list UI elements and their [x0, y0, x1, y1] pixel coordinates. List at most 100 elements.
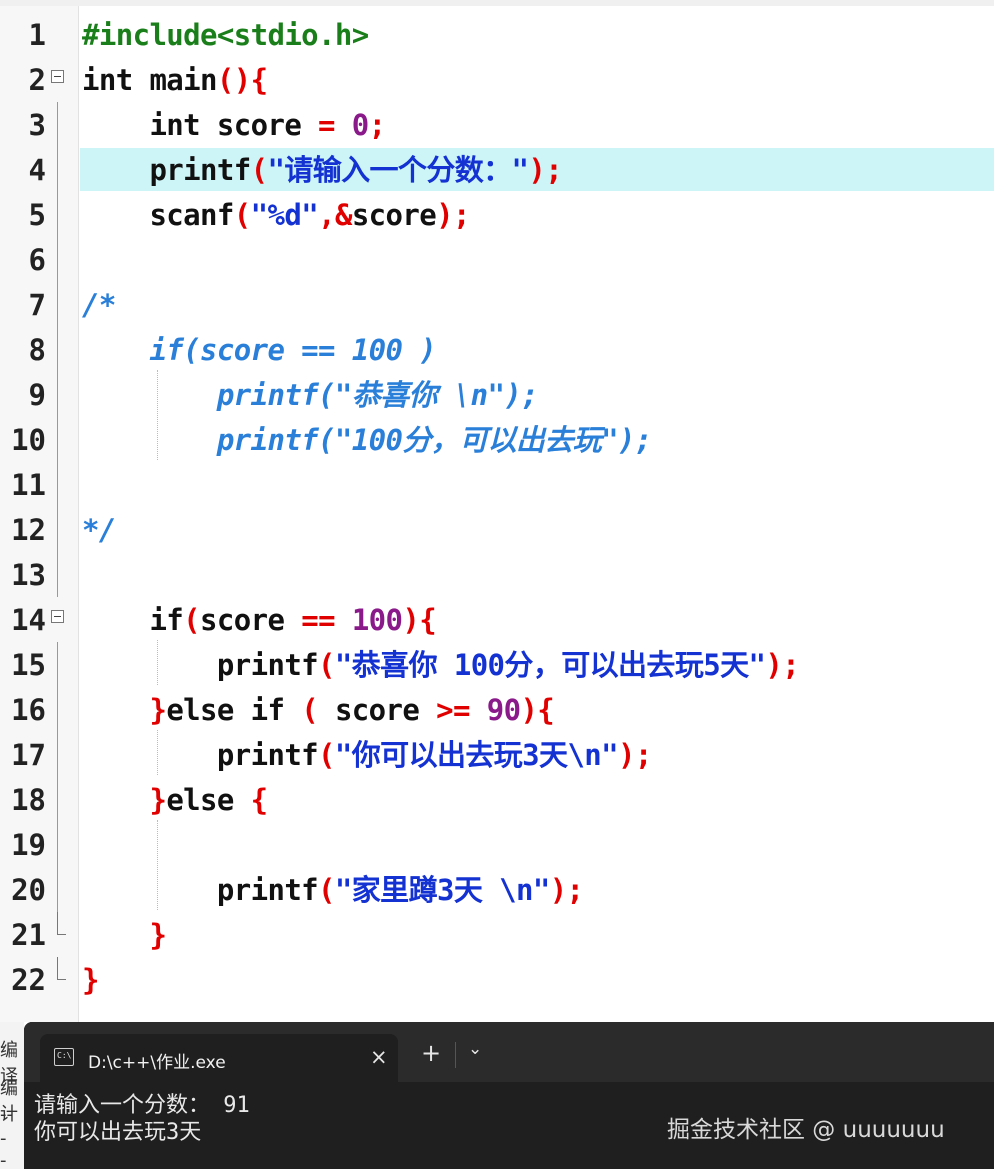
- code-token: score: [334, 693, 437, 727]
- code-token: /*: [82, 288, 116, 322]
- line-number: 15: [11, 648, 46, 682]
- fold-guide-line: [57, 777, 58, 822]
- line-number: 21: [11, 918, 46, 952]
- code-line[interactable]: 5 scanf("%d",&score);: [0, 192, 994, 237]
- code-token: printf: [82, 153, 251, 187]
- code-token: else: [166, 783, 251, 817]
- code-token: "恭喜你 100分，可以出去玩5天": [334, 648, 766, 682]
- watermark: 掘金技术社区 @ uuuuuuu: [667, 1117, 945, 1143]
- code-token: "%d": [250, 198, 319, 232]
- code-token: if(score == 100 ): [82, 333, 437, 367]
- console-icon-text: C:\: [57, 1051, 72, 1060]
- code-text[interactable]: if(score == 100){: [82, 602, 436, 638]
- code-text[interactable]: printf("你可以出去玩3天\n");: [82, 737, 652, 773]
- code-token: "你可以出去玩3天\n": [334, 738, 619, 772]
- line-number: 8: [28, 333, 46, 367]
- code-line[interactable]: 6: [0, 237, 994, 282]
- code-token: ,&: [318, 198, 352, 232]
- code-token: (: [183, 603, 201, 637]
- terminal-output-line: 请输入一个分数： 91: [34, 1093, 250, 1118]
- line-number: 18: [11, 783, 46, 817]
- code-token: >=: [436, 693, 487, 727]
- code-text[interactable]: }else {: [82, 782, 268, 818]
- terminal-tab[interactable]: C:\ D:\c++\作业.exe ×: [40, 1034, 398, 1082]
- editor-top-strip: [0, 0, 994, 6]
- code-token: printf: [82, 738, 319, 772]
- code-text[interactable]: printf("恭喜你 100分，可以出去玩5天");: [82, 647, 800, 683]
- code-token: }: [82, 783, 167, 817]
- line-number: 22: [11, 963, 46, 997]
- code-line[interactable]: 11: [0, 462, 994, 507]
- code-token: (){: [216, 63, 268, 97]
- code-line[interactable]: 17 printf("你可以出去玩3天\n");: [0, 732, 994, 777]
- fold-toggle-icon[interactable]: [51, 70, 64, 83]
- code-line[interactable]: 14 if(score == 100){: [0, 597, 994, 642]
- code-line[interactable]: 12 */: [0, 507, 994, 552]
- code-token: );: [618, 738, 652, 772]
- code-token: else if: [166, 693, 302, 727]
- code-text[interactable]: }: [82, 917, 166, 953]
- code-line[interactable]: 8 if(score == 100 ): [0, 327, 994, 372]
- line-number: 3: [28, 108, 46, 142]
- terminal-tab-title: D:\c++\作业.exe: [88, 1053, 226, 1073]
- code-line[interactable]: 7 /*: [0, 282, 994, 327]
- code-text[interactable]: if(score == 100 ): [82, 332, 436, 368]
- chevron-down-icon[interactable]: ⌄: [468, 1039, 482, 1059]
- code-line[interactable]: 21 }: [0, 912, 994, 957]
- code-text[interactable]: #include<stdio.h>: [82, 17, 369, 53]
- new-tab-button[interactable]: +: [421, 1039, 441, 1067]
- code-line[interactable]: 15 printf("恭喜你 100分，可以出去玩5天");: [0, 642, 994, 687]
- code-text[interactable]: */: [82, 512, 116, 548]
- code-text[interactable]: printf("100分，可以出去玩");: [82, 422, 652, 458]
- code-line[interactable]: 9 printf("恭喜你 \n");: [0, 372, 994, 417]
- fold-guide-line: [57, 687, 58, 732]
- code-text[interactable]: /*: [82, 287, 116, 323]
- code-text[interactable]: int main(){: [82, 62, 268, 98]
- code-line[interactable]: 4 printf("请输入一个分数：");: [0, 147, 994, 192]
- indent-guide: [157, 730, 158, 775]
- code-token: 90: [486, 693, 521, 727]
- line-number: 10: [11, 423, 46, 457]
- line-number: 4: [28, 153, 46, 187]
- terminal-window[interactable]: C:\ D:\c++\作业.exe × + ⌄ 请输入一个分数： 91 你可以出…: [24, 1022, 994, 1169]
- code-line[interactable]: 18 }else {: [0, 777, 994, 822]
- line-number: 11: [11, 468, 46, 502]
- code-token: scanf: [82, 198, 234, 232]
- code-line[interactable]: 20 printf("家里蹲3天 \n");: [0, 867, 994, 912]
- stub-text: -: [0, 1128, 7, 1149]
- code-editor[interactable]: 1 #include<stdio.h> 2 int main(){ 3 int scor…: [0, 0, 994, 1022]
- code-token: if: [82, 603, 184, 637]
- line-number: 16: [11, 693, 46, 727]
- code-line[interactable]: 22}: [0, 957, 994, 1002]
- code-text[interactable]: int score = 0;: [82, 107, 386, 143]
- fold-guide-line: [57, 867, 58, 912]
- code-text[interactable]: scanf("%d",&score);: [82, 197, 470, 233]
- code-text[interactable]: }else if ( score >= 90){: [82, 692, 554, 728]
- line-number: 5: [28, 198, 46, 232]
- indent-guide: [157, 640, 158, 685]
- code-line[interactable]: 13: [0, 552, 994, 597]
- line-number: 2: [28, 63, 46, 97]
- fold-guide-line: [57, 417, 58, 462]
- fold-guide-line: [57, 282, 58, 327]
- code-text[interactable]: }: [82, 962, 99, 998]
- code-token: }: [82, 918, 167, 952]
- code-token: }: [82, 693, 167, 727]
- code-line[interactable]: 19: [0, 822, 994, 867]
- code-token: printf: [82, 648, 319, 682]
- code-line[interactable]: 1 #include<stdio.h>: [0, 12, 994, 57]
- console-icon: C:\: [54, 1048, 74, 1066]
- code-text[interactable]: printf("恭喜你 \n");: [82, 377, 539, 413]
- line-number: 20: [11, 873, 46, 907]
- fold-toggle-icon[interactable]: [51, 610, 64, 623]
- code-line[interactable]: 2 int main(){: [0, 57, 994, 102]
- code-token: int score: [82, 108, 319, 142]
- fold-guide-line: [57, 102, 58, 147]
- code-line[interactable]: 10 printf("100分，可以出去玩");: [0, 417, 994, 462]
- fold-guide-line: [57, 732, 58, 777]
- code-text[interactable]: printf("请输入一个分数：");: [82, 152, 562, 188]
- code-line[interactable]: 16 }else if ( score >= 90){: [0, 687, 994, 732]
- line-number: 14: [11, 603, 46, 637]
- close-icon[interactable]: ×: [370, 1045, 388, 1069]
- code-line[interactable]: 3 int score = 0;: [0, 102, 994, 147]
